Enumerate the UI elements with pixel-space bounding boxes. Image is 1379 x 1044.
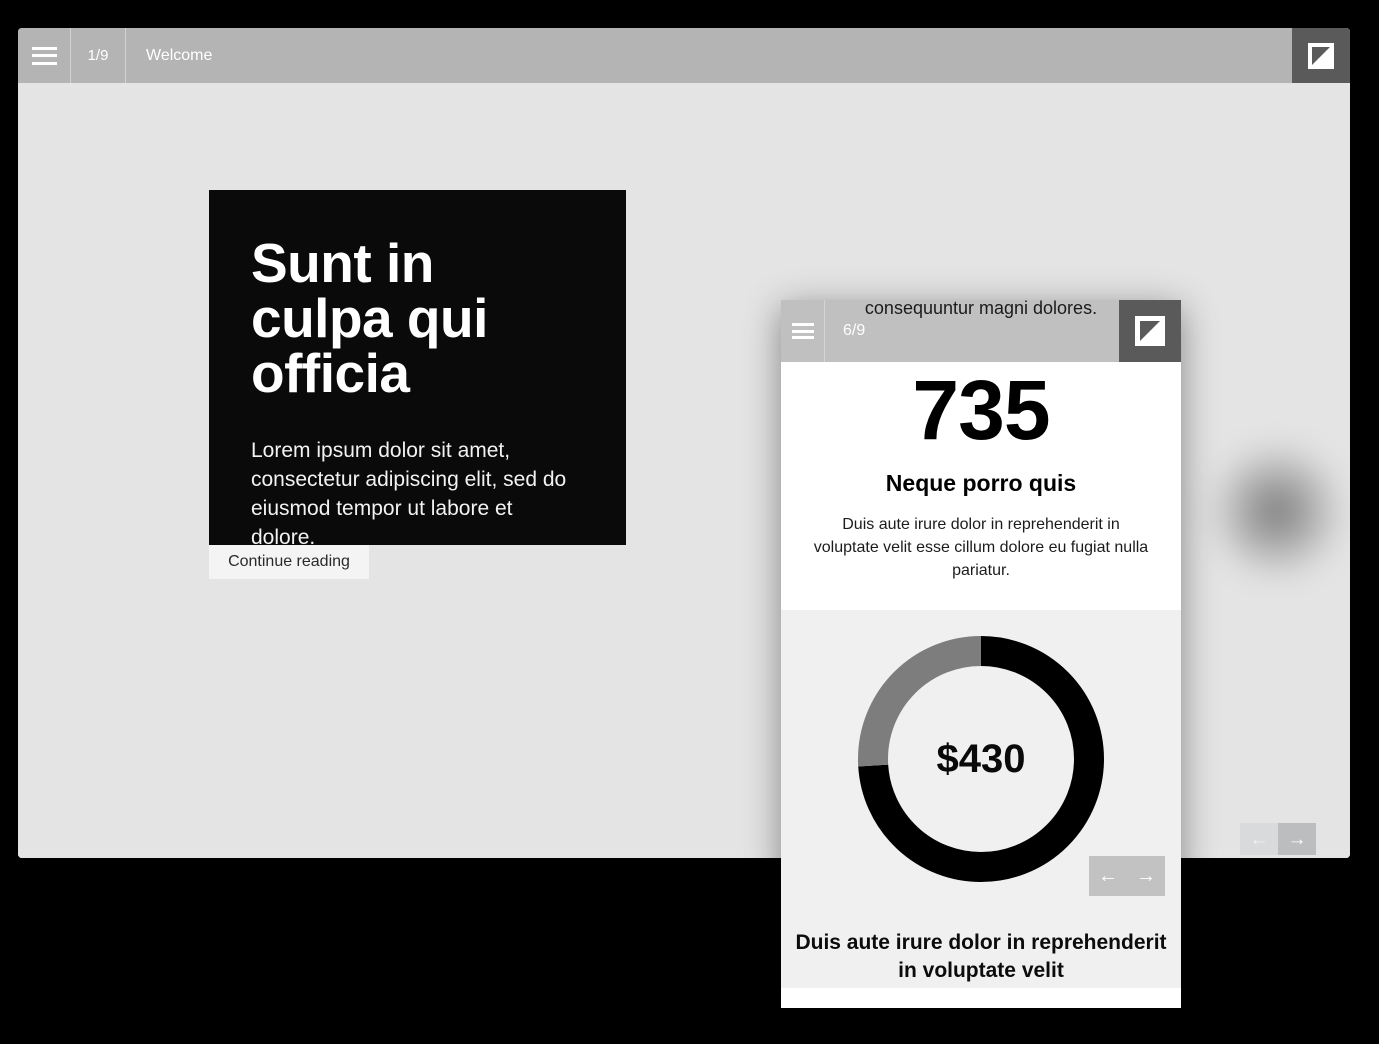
arrow-right-icon: →	[1287, 828, 1307, 850]
hero-title: Sunt in culpa qui officia	[251, 232, 488, 404]
continue-reading-button[interactable]: Continue reading	[209, 545, 369, 579]
stat-body-text: Duis aute irure dolor in reprehenderit i…	[813, 515, 1149, 580]
mobile-next-button[interactable]: →	[1127, 856, 1165, 896]
desktop-menu-button[interactable]	[18, 28, 71, 83]
desktop-page-indicator: 1/9	[71, 28, 126, 83]
mobile-chart-section: $430 ← → Duis aute irure dolor in repreh…	[781, 610, 1181, 989]
brand-triangle-logo-icon	[1135, 316, 1165, 346]
desktop-prev-button[interactable]: ←	[1240, 823, 1278, 855]
mobile-preview-window: 6/9 735 Neque porro quis Duis aute irure…	[781, 300, 1181, 1008]
stat-heading: Neque porro quis	[885, 469, 1077, 496]
brand-triangle-logo-icon	[1308, 42, 1334, 69]
arrow-left-icon: ←	[1249, 828, 1269, 850]
mobile-menu-button[interactable]	[781, 300, 825, 362]
arrow-right-icon: →	[1136, 864, 1156, 887]
desktop-slide-title-label: Welcome	[146, 46, 213, 64]
donut-chart: $430	[781, 628, 1181, 890]
mobile-page-indicator: 6/9	[825, 300, 1119, 362]
desktop-next-button[interactable]: →	[1278, 823, 1316, 855]
mobile-header-bar: 6/9	[781, 300, 1181, 362]
arrow-left-icon: ←	[1098, 864, 1118, 887]
desktop-header-bar: 1/9 Welcome	[18, 28, 1350, 83]
screenshot-stage: 1/9 Welcome Sunt in culpa qui officia Lo…	[0, 0, 1379, 1044]
hero-card: Sunt in culpa qui officia Lorem ipsum do…	[209, 190, 626, 549]
donut-chart-graphic: $430	[853, 631, 1109, 887]
donut-center-label: $430	[936, 736, 1026, 781]
desktop-slide-title: Welcome	[126, 28, 1292, 83]
mobile-stat-section: 735 Neque porro quis Duis aute irure dol…	[781, 362, 1181, 611]
mobile-prev-button[interactable]: ←	[1089, 856, 1127, 896]
mobile-footer-text: Duis aute irure dolor in reprehenderit i…	[795, 930, 1167, 982]
mobile-slide-nav: ← →	[1089, 856, 1165, 897]
hamburger-icon	[791, 323, 814, 339]
hamburger-icon	[31, 46, 57, 65]
desktop-logo-button[interactable]	[1292, 28, 1350, 83]
mobile-page-indicator-label: 6/9	[843, 322, 866, 339]
desktop-page-indicator-label: 1/9	[87, 47, 109, 64]
hero-body-text: Lorem ipsum dolor sit amet, consectetur …	[251, 439, 567, 549]
desktop-slide-nav: ← →	[1240, 823, 1316, 855]
stat-value: 735	[912, 363, 1050, 457]
mobile-logo-button[interactable]	[1119, 300, 1181, 362]
